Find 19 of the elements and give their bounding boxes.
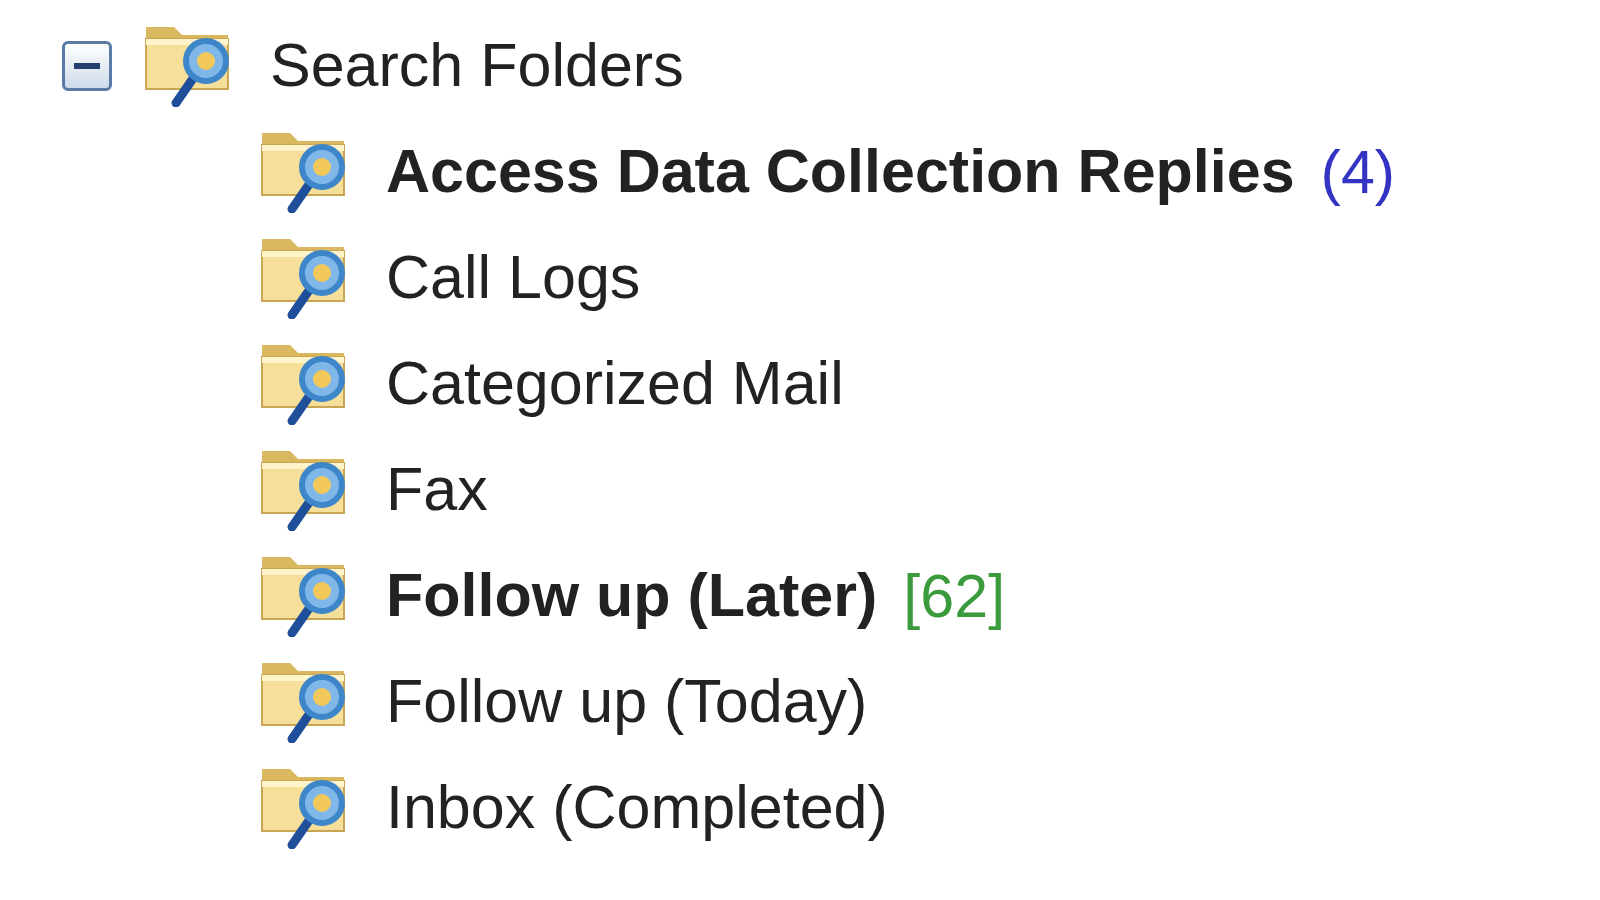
folder-label[interactable]: Inbox (Completed) — [386, 771, 888, 845]
search-folder-icon — [260, 661, 348, 743]
search-folder-icon — [260, 343, 348, 425]
search-folder-icon — [144, 25, 232, 107]
folder-label[interactable]: Follow up (Later) — [386, 559, 878, 633]
search-folder-icon — [260, 449, 348, 531]
item-count: (4) — [1320, 137, 1396, 207]
collapse-toggle[interactable] — [62, 41, 112, 91]
item-count: [62] — [903, 561, 1006, 631]
folder-label[interactable]: Categorized Mail — [386, 347, 844, 421]
folder-label[interactable]: Fax — [386, 453, 488, 527]
search-folder-icon — [260, 767, 348, 849]
search-folder-icon — [260, 237, 348, 319]
folder-label[interactable]: Search Folders — [270, 29, 684, 103]
search-folder-icon — [260, 555, 348, 637]
folder-label[interactable]: Follow up (Today) — [386, 665, 868, 739]
folder-label[interactable]: Call Logs — [386, 241, 641, 315]
folder-label[interactable]: Access Data Collection Replies — [386, 135, 1295, 209]
search-folder-icon — [260, 131, 348, 213]
